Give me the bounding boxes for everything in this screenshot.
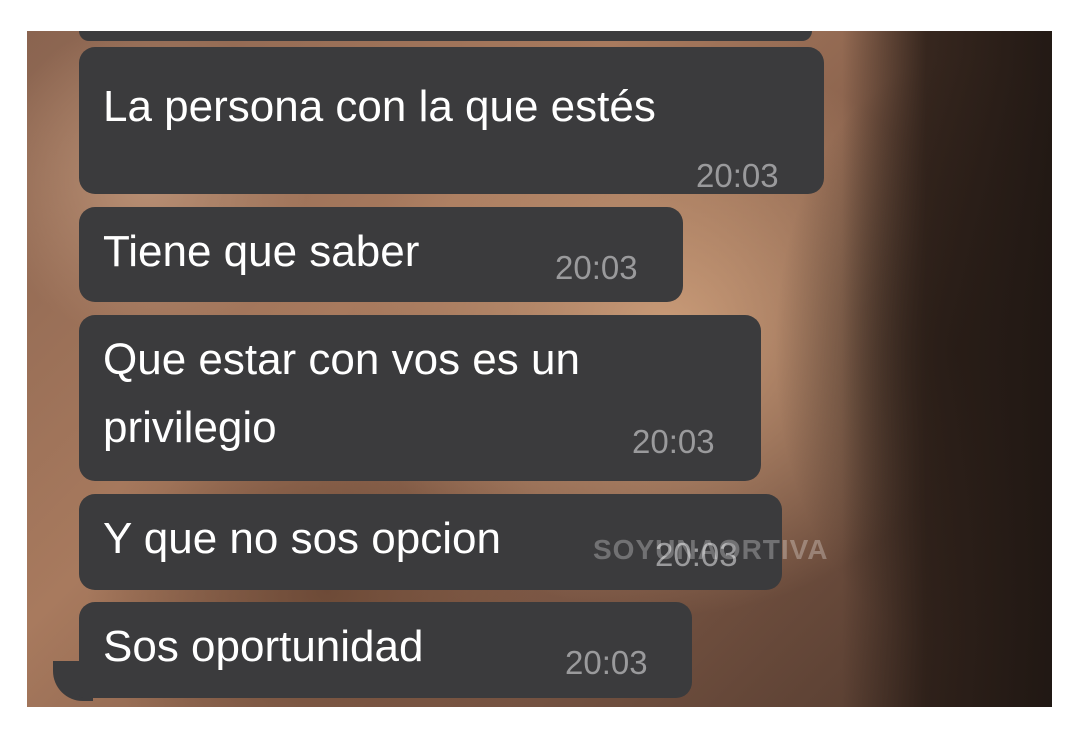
message-text-line-1: Que estar con vos es un <box>103 335 580 384</box>
message-text: Tiene que saber <box>103 227 420 276</box>
message-text: Sos oportunidad <box>103 622 424 671</box>
watermark-text: SOYUNAORTIVA <box>593 534 829 565</box>
message-text: La persona con la que estés <box>103 82 656 131</box>
message-timestamp: 20:03 <box>565 644 648 681</box>
message-bubble[interactable]: Sos oportunidad 20:03 <box>79 602 692 698</box>
message-timestamp: 20:03 <box>555 249 638 286</box>
message-bubble[interactable]: Que estar con vos es un privilegio 20:03 <box>79 315 761 481</box>
previous-message-bubble-edge <box>79 31 812 41</box>
message-bubble[interactable]: La persona con la que estés 20:03 <box>79 47 824 194</box>
message-text-line-2: privilegio <box>103 403 277 452</box>
message-timestamp: 20:03 <box>696 157 779 194</box>
background-photo-hair <box>842 31 1052 707</box>
message-timestamp: 20:03 <box>632 423 715 460</box>
chat-screenshot: La persona con la que estés 20:03 Tiene … <box>27 31 1052 707</box>
message-bubble[interactable]: Tiene que saber 20:03 <box>79 207 683 302</box>
message-text: Y que no sos opcion <box>103 514 501 563</box>
